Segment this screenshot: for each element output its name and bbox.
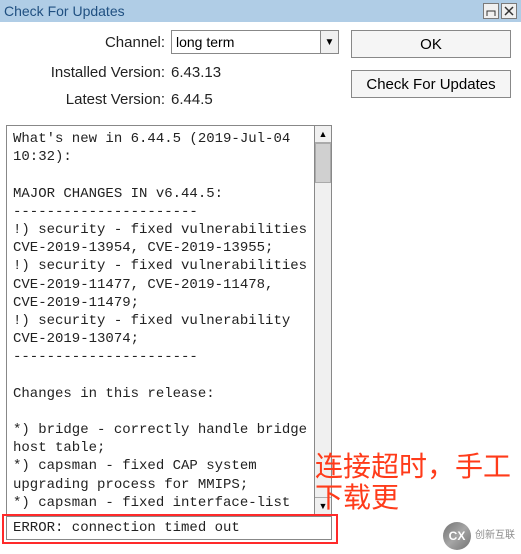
title-buttons: [483, 3, 517, 19]
changelog-area: What's new in 6.44.5 (2019-Jul-04 10:32)…: [6, 125, 332, 515]
annotation-line-1: 连接超时，手工: [315, 452, 511, 483]
right-button-panel: OK Check For Updates: [351, 30, 511, 98]
installed-version-value: 6.43.13: [171, 64, 221, 81]
minimize-button[interactable]: [483, 3, 499, 19]
changelog-textarea[interactable]: What's new in 6.44.5 (2019-Jul-04 10:32)…: [6, 125, 315, 515]
scroll-up-arrow[interactable]: ▲: [315, 126, 331, 143]
scrollbar[interactable]: ▲ ▼: [315, 125, 332, 515]
annotation-line-2: 下载更: [315, 483, 511, 514]
channel-label: Channel:: [6, 34, 171, 51]
annotation-overlay: 连接超时，手工 下载更: [315, 452, 511, 514]
status-bar: ERROR: connection timed out: [6, 516, 332, 540]
watermark-text: 创新互联: [475, 531, 515, 541]
channel-select[interactable]: [171, 30, 321, 54]
scroll-down-arrow[interactable]: ▼: [315, 497, 331, 514]
watermark: CX 创新互联: [443, 522, 515, 550]
scroll-thumb[interactable]: [315, 143, 331, 183]
channel-dropdown-button[interactable]: ▼: [321, 30, 339, 54]
ok-button[interactable]: OK: [351, 30, 511, 58]
latest-version-label: Latest Version:: [6, 91, 171, 108]
check-updates-button[interactable]: Check For Updates: [351, 70, 511, 98]
watermark-icon: CX: [443, 522, 471, 550]
latest-version-value: 6.44.5: [171, 91, 213, 108]
chevron-down-icon: ▼: [325, 37, 335, 48]
close-button[interactable]: [501, 3, 517, 19]
titlebar: Check For Updates: [0, 0, 521, 22]
window-title: Check For Updates: [4, 0, 125, 22]
installed-version-label: Installed Version:: [6, 64, 171, 81]
